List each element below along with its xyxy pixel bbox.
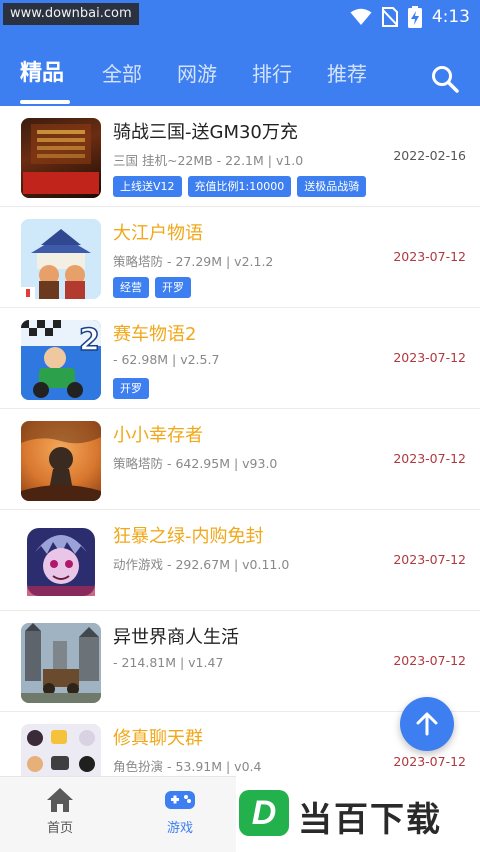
game-meta: 三国 挂机~22MB - 22.1M | v1.0 [113,153,304,168]
back-to-top-button[interactable] [400,697,454,751]
active-tab-indicator [20,100,70,104]
game-title: 异世界商人生活 [113,627,239,648]
game-title: 赛车物语2 [113,324,197,345]
tab-recommend[interactable]: 推荐 [327,54,367,94]
game-tag[interactable]: 充值比例1:10000 [187,176,292,197]
game-tags: 经营 开罗 [113,277,191,298]
watermark: www.downbai.com [3,3,139,25]
game-icon-merchant [21,623,101,703]
game-icon-edo [21,219,101,299]
nav-games[interactable]: 游戏 [140,787,220,836]
game-meta: 动作游戏 - 292.67M | v0.11.0 [113,557,290,572]
game-title: 小小幸存者 [113,425,203,446]
game-meta: 策略塔防 - 642.95M | v93.0 [113,456,278,471]
game-icon-survivor [21,421,101,501]
game-meta: - 214.81M | v1.47 [113,655,224,670]
brand-logo-text: 当百下载 [298,800,442,840]
game-date: 2023-07-12 [393,451,466,466]
game-list: 骑战三国-送GM30万充 三国 挂机~22MB - 22.1M | v1.0 2… [0,106,480,776]
status-bar: 4:13 [350,4,470,30]
nav-home-label: 首页 [46,821,73,836]
game-icon-xiuzhen [21,724,101,776]
brand-logo-mark: D [239,790,289,836]
game-date: 2022-02-16 [393,148,466,163]
status-time: 4:13 [431,7,470,27]
game-icon-qizhan [21,118,101,198]
game-icon-green [21,522,101,602]
game-tag[interactable]: 开罗 [155,277,191,298]
category-tabs: 精品 全部 网游 排行 推荐 [0,54,480,104]
game-title: 骑战三国-送GM30万充 [113,122,298,143]
game-meta: 角色扮演 - 53.91M | v0.4 [113,759,262,774]
game-date: 2023-07-12 [393,552,466,567]
app-header: www.downbai.com 4:13 精品 全部 网游 排行 推荐 [0,0,480,106]
game-tag[interactable]: 开罗 [113,378,149,399]
list-item[interactable]: 小小幸存者 策略塔防 - 642.95M | v93.0 2023-07-12 [0,409,480,510]
list-item[interactable]: 骑战三国-送GM30万充 三国 挂机~22MB - 22.1M | v1.0 2… [0,106,480,207]
tab-online[interactable]: 网游 [177,54,217,94]
svg-text:2: 2 [79,323,100,358]
game-title: 修真聊天群 [113,728,203,749]
game-tag[interactable]: 经营 [113,277,149,298]
game-tag[interactable]: 送极品战骑 [297,176,367,197]
game-tags: 开罗 [113,378,149,399]
nav-home[interactable]: 首页 [20,787,100,836]
game-date: 2023-07-12 [393,249,466,264]
nav-games-label: 游戏 [166,821,193,836]
game-title: 狂暴之绿-内购免封 [113,526,264,547]
tab-featured[interactable]: 精品 [20,54,64,94]
no-sim-icon [381,7,398,27]
game-tags: 上线送V12 充值比例1:10000 送极品战骑 [113,176,367,197]
game-meta: 策略塔防 - 27.29M | v2.1.2 [113,254,274,269]
battery-charging-icon [407,6,422,28]
game-meta: - 62.98M | v2.5.7 [113,352,220,367]
list-item[interactable]: 大江户物语 策略塔防 - 27.29M | v2.1.2 2023-07-12 … [0,207,480,308]
wifi-icon [350,8,372,26]
brand-logo: D 当百下载 [236,776,480,852]
game-tag[interactable]: 上线送V12 [113,176,182,197]
tab-ranking[interactable]: 排行 [252,54,292,94]
home-icon [47,788,73,812]
game-date: 2023-07-12 [393,350,466,365]
game-date: 2023-07-12 [393,653,466,668]
list-item[interactable]: 狂暴之绿-内购免封 动作游戏 - 292.67M | v0.11.0 2023-… [0,510,480,611]
tab-all[interactable]: 全部 [102,54,142,94]
game-icon-racing: 2 [21,320,101,400]
search-icon [432,66,459,93]
game-title: 大江户物语 [113,223,203,244]
list-item[interactable]: 2 赛车物语2 - 62.98M | v2.5.7 2023-07-12 开罗 [0,308,480,409]
game-date: 2023-07-12 [393,754,466,769]
search-button[interactable] [430,64,460,94]
gamepad-icon [165,791,195,809]
list-item[interactable]: 异世界商人生活 - 214.81M | v1.47 2023-07-12 [0,611,480,712]
arrow-up-icon [416,712,438,736]
